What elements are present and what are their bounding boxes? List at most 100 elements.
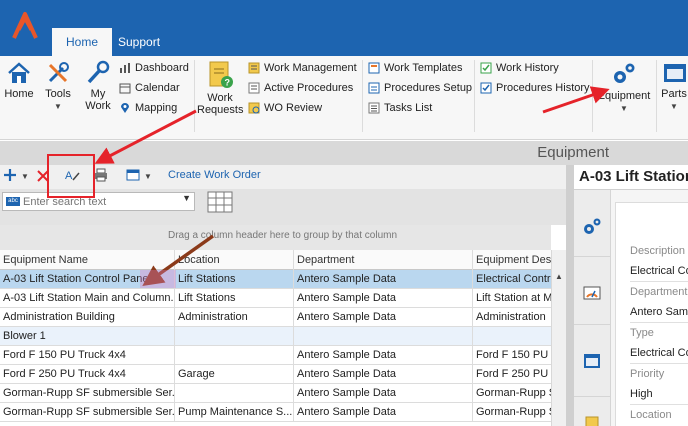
parts-button[interactable]: Parts ▼ — [660, 58, 688, 111]
svg-text:A: A — [65, 170, 73, 182]
table-row[interactable]: A-03 Lift Station Main and Column... Lif… — [0, 289, 551, 308]
rename-button[interactable]: A — [64, 167, 82, 187]
gears-icon — [614, 63, 635, 83]
text-edit-icon: A — [65, 170, 80, 182]
search-input[interactable] — [23, 194, 173, 209]
create-work-order-link[interactable]: Create Work Order — [168, 169, 261, 181]
document-icon[interactable] — [581, 414, 603, 426]
window-icon[interactable] — [581, 350, 603, 372]
delete-button[interactable] — [36, 167, 50, 187]
field-value-type[interactable]: Electrical Co — [630, 347, 688, 359]
field-separator — [630, 363, 688, 364]
table-row[interactable]: Ford F 150 PU Truck 4x4 Antero Sample Da… — [0, 346, 551, 365]
cell-description — [473, 327, 551, 346]
field-value-priority[interactable]: High — [630, 388, 653, 400]
table-row[interactable]: Ford F 250 PU Truck 4x4 Garage Antero Sa… — [0, 365, 551, 384]
procedures-setup-button[interactable]: Procedures Setup — [368, 78, 472, 98]
layout-dropdown-chevron-icon[interactable]: ▼ — [144, 167, 152, 187]
chevron-down-icon: ▼ — [620, 104, 628, 113]
equipment-button[interactable]: Equipment ▼ — [595, 58, 653, 113]
print-button[interactable] — [94, 167, 108, 187]
parts-label: Parts — [661, 88, 687, 100]
tab-home[interactable]: Home — [52, 28, 113, 56]
work-requests-button[interactable]: ? Work Requests — [197, 58, 243, 116]
app-logo-icon — [12, 12, 38, 39]
tab-support[interactable]: Support — [104, 28, 174, 56]
table-row[interactable]: Blower 1 — [0, 327, 551, 346]
column-header-location[interactable]: Location — [175, 250, 294, 270]
calendar-button[interactable]: Calendar — [119, 78, 180, 98]
work-history-button[interactable]: Work History — [480, 58, 559, 78]
procedures-history-button[interactable]: Procedures History — [480, 78, 590, 98]
detail-header: A-03 Lift Station — [574, 165, 688, 190]
work-management-label: Work Management — [264, 62, 357, 74]
wo-review-button[interactable]: WO Review — [248, 98, 322, 118]
field-label-type: Type — [630, 327, 654, 339]
field-separator — [630, 322, 688, 323]
field-label-location: Location — [630, 409, 672, 421]
dashboard-label: Dashboard — [135, 62, 189, 74]
column-header-equipment-description[interactable]: Equipment Desc — [473, 250, 551, 270]
mapping-label: Mapping — [135, 102, 178, 114]
column-header-department[interactable]: Department — [294, 250, 473, 270]
dashboard-button[interactable]: Dashboard — [119, 58, 189, 78]
chevron-down-icon: ▼ — [670, 102, 678, 111]
active-procedures-button[interactable]: Active Procedures — [248, 78, 353, 98]
ribbon: Home Tools ▼ My Work Dashboard Calendar … — [0, 56, 688, 140]
column-chooser-icon[interactable] — [207, 191, 233, 213]
table-row[interactable]: Gorman-Rupp SF submersible Ser... Pump M… — [0, 403, 551, 422]
cell-description: Gorman-Rupp S — [476, 387, 551, 399]
work-history-icon — [480, 62, 492, 74]
printer-icon — [95, 168, 107, 182]
search-box[interactable]: abc ▼ — [2, 192, 195, 211]
group-by-panel[interactable]: Drag a column header here to group by th… — [0, 225, 551, 250]
equipment-label: Equipment — [597, 90, 651, 102]
layout-icon — [126, 169, 140, 181]
my-work-button[interactable]: My Work — [82, 58, 114, 112]
work-management-button[interactable]: Work Management — [248, 58, 357, 78]
gears-icon[interactable] — [581, 216, 603, 238]
table-row[interactable]: Administration Building Administration A… — [0, 308, 551, 327]
tasks-list-button[interactable]: Tasks List — [368, 98, 432, 118]
procedures-setup-icon — [368, 82, 380, 94]
grid-scrollbar[interactable]: ▲ — [551, 250, 566, 426]
field-value-department[interactable]: Antero Samp — [630, 306, 688, 318]
home-button[interactable]: Home — [2, 58, 36, 100]
active-procedures-icon — [248, 82, 260, 94]
cell-location: Lift Stations — [175, 270, 294, 289]
detail-panel: Description Electrical Co Department Ant… — [611, 190, 688, 426]
add-dropdown-chevron-icon[interactable]: ▼ — [21, 167, 29, 187]
strip-separator — [574, 256, 611, 257]
tools-icon — [48, 62, 69, 83]
gauge-icon[interactable] — [581, 282, 603, 304]
chevron-down-icon: ▼ — [54, 102, 62, 111]
layout-button[interactable] — [126, 167, 140, 187]
chevron-down-icon[interactable]: ▼ — [182, 193, 191, 203]
pane-splitter[interactable] — [566, 165, 574, 426]
my-work-label-2: Work — [85, 100, 111, 112]
cell-description: Ford F 150 PU t — [476, 349, 551, 361]
table-row[interactable]: Gorman-Rupp SF submersible Ser... Antero… — [0, 384, 551, 403]
ribbon-separator — [194, 60, 195, 132]
group-panel-hint: Drag a column header here to group by th… — [168, 230, 398, 241]
procedures-history-icon — [480, 82, 492, 94]
cell-location — [175, 327, 294, 346]
field-separator — [630, 281, 688, 282]
detail-card: Description Electrical Co Department Ant… — [615, 202, 688, 426]
add-button[interactable] — [2, 167, 18, 187]
table-row[interactable]: A-03 Lift Station Control Panel Lift Sta… — [0, 270, 551, 289]
home-icon — [8, 62, 30, 83]
tools-button[interactable]: Tools ▼ — [42, 58, 74, 111]
cell-department: Antero Sample Data — [294, 346, 473, 365]
cell-department: Antero Sample Data — [294, 384, 473, 403]
strip-separator — [574, 324, 611, 325]
delete-x-icon — [37, 170, 49, 182]
work-templates-button[interactable]: Work Templates — [368, 58, 462, 78]
app-titlebar: Home Support — [0, 0, 688, 56]
mapping-button[interactable]: Mapping — [119, 98, 177, 118]
scroll-up-icon[interactable]: ▲ — [555, 272, 563, 281]
column-header-equipment-name[interactable]: Equipment Name — [0, 250, 175, 270]
work-request-icon: ? — [209, 61, 233, 88]
field-value-description[interactable]: Electrical Co — [630, 265, 688, 277]
ribbon-separator — [592, 60, 593, 132]
